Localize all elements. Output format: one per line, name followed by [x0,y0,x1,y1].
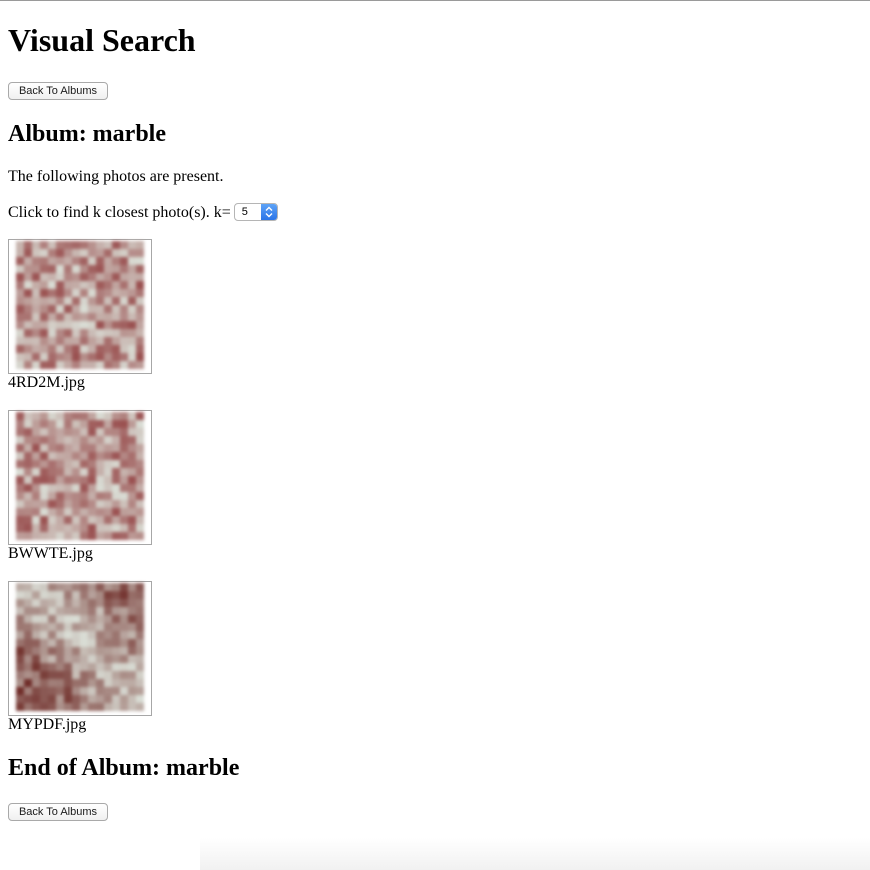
k-closest-row: Click to find k closest photo(s). k= 5 [8,202,278,222]
photo-thumbnail-button[interactable] [8,410,152,545]
page-title: Visual Search [8,22,196,58]
intro-text: The following photos are present. [8,168,224,185]
photo-filename: MYPDF.jpg [8,716,87,733]
photo-filename: 4RD2M.jpg [8,374,85,391]
photo-thumbnail-button[interactable] [8,581,152,716]
k-select[interactable]: 5 [233,203,278,221]
photo-thumbnail [16,583,144,711]
photo-thumbnail [16,412,144,540]
k-select-value: 5 [241,206,248,218]
photo-thumbnail [16,241,144,369]
end-album-heading: End of Album: marble [8,755,240,781]
back-to-albums-button[interactable]: Back To Albums [8,82,108,100]
photo-filename: BWWTE.jpg [8,545,93,562]
photo-item: 4RD2M.jpg [8,239,168,392]
window-edge-shadow [200,838,870,870]
k-prompt-label: Click to find k closest photo(s). k= [8,203,231,221]
photo-thumbnail-button[interactable] [8,239,152,374]
photo-item: BWWTE.jpg [8,410,168,563]
album-heading: Album: marble [8,121,166,147]
back-to-albums-button-bottom[interactable]: Back To Albums [8,803,108,821]
photo-item: MYPDF.jpg [8,581,168,734]
top-divider [0,0,870,1]
chevron-updown-icon [260,204,277,220]
